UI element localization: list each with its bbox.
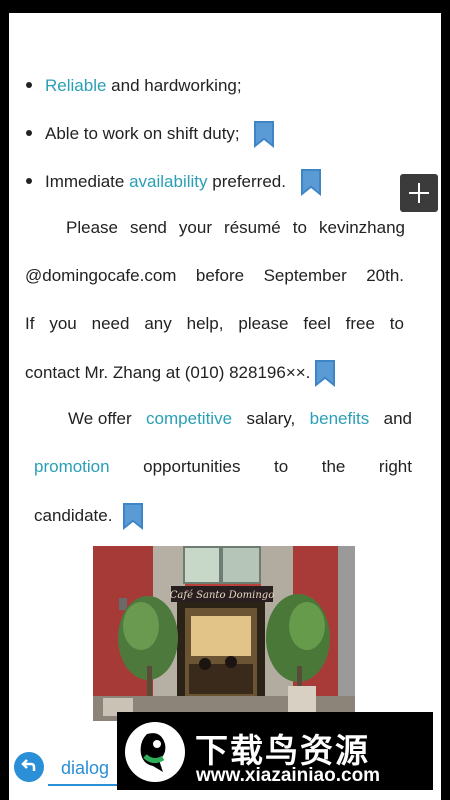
- paragraph-1-line-3: If you need any help, please feel free t…: [25, 314, 404, 333]
- bullet-dot: [26, 129, 32, 136]
- bookmark-icon[interactable]: [254, 121, 275, 148]
- cafe-photo: Café Santo Domingo: [93, 546, 355, 721]
- vocab-word-availability[interactable]: availability: [129, 172, 207, 191]
- vocab-word-reliable[interactable]: Reliable: [45, 76, 106, 95]
- vocab-word-competitive[interactable]: competitive: [146, 407, 232, 431]
- vocab-word-promotion[interactable]: promotion: [34, 455, 110, 479]
- bullet-item-availability: Immediate availability preferred.: [26, 169, 321, 196]
- watermark-url: www.xiazainiao.com: [196, 765, 381, 786]
- paragraph-1-line-4: contact Mr. Zhang at (010) 828196××.: [25, 360, 404, 387]
- bookmark-icon[interactable]: [315, 360, 336, 387]
- bullet-item-shift: Able to work on shift duty;: [26, 121, 275, 148]
- bird-logo-icon: [125, 722, 185, 782]
- back-button[interactable]: [14, 752, 44, 782]
- plus-icon: [409, 183, 429, 203]
- vocab-word-benefits[interactable]: benefits: [310, 407, 370, 431]
- add-button[interactable]: [400, 174, 438, 212]
- cafe-sign: Café Santo Domingo: [170, 590, 274, 601]
- bookmark-icon[interactable]: [300, 169, 321, 196]
- back-arrow-icon: [21, 759, 36, 771]
- bookmark-icon[interactable]: [123, 503, 144, 530]
- bullet-dot: [26, 177, 32, 184]
- paragraph-2-line-1: We offer competitive salary, benefits an…: [68, 407, 412, 431]
- paragraph-2-line-2: promotion opportunities to the right: [34, 455, 412, 479]
- paragraph-2-line-3: candidate.: [34, 503, 413, 530]
- dialog-tab-label[interactable]: dialog: [61, 758, 109, 779]
- paragraph-1-line-1: Please send your résumé to kevinzhang: [66, 218, 405, 237]
- bullet-item-reliable: Reliable and hardworking;: [26, 74, 242, 98]
- paragraph-1-line-2: @domingocafe.com before September 20th.: [25, 266, 404, 285]
- bullet-dot: [26, 81, 32, 88]
